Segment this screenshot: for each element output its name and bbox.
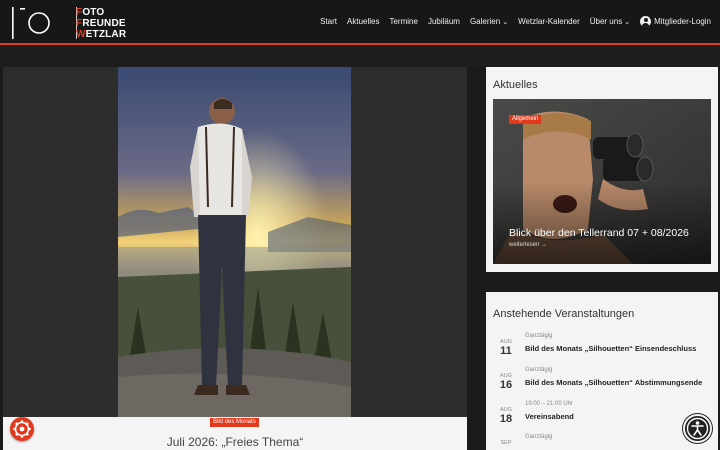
cookie-settings-button[interactable] <box>10 417 34 441</box>
event-month: SEP <box>500 440 512 446</box>
user-icon <box>640 16 652 27</box>
logo-line-3: WETZLAR <box>76 29 126 40</box>
photo-man-looking-at-sunset <box>118 67 351 417</box>
news-post-image[interactable]: Allgemein Blick über den Tellerrand 07 +… <box>493 99 711 264</box>
event-day: 18 <box>499 413 513 425</box>
read-more-link[interactable]: weiterlesen → <box>509 242 547 248</box>
event-title[interactable]: Bild des Monats „Silhouetten“ Abstimmung… <box>525 378 702 387</box>
accessibility-button[interactable] <box>683 414 712 443</box>
logo-line-2: FREUNDE <box>76 18 126 29</box>
featured-photo[interactable] <box>118 67 351 417</box>
event-date: AUG 18 <box>493 398 519 425</box>
chevron-down-icon: ⌄ <box>624 18 631 26</box>
nav-item-termine[interactable]: Termine <box>389 17 417 26</box>
nav-item-ueber-uns[interactable]: Über uns ⌄ <box>590 17 630 26</box>
event-day: 11 <box>500 345 512 357</box>
logo-rest: REUNDE <box>82 18 126 29</box>
featured-post: Bild des Monats Juli 2026: „Freies Thema… <box>3 67 467 450</box>
logo-line-1: FOTO <box>76 7 126 18</box>
event-item[interactable]: AUG 18 19:00 – 21:00 Uhr Vereinsabend <box>493 398 715 428</box>
nav-item-aktuelles[interactable]: Aktuelles <box>347 17 379 26</box>
main-nav: Start Aktuelles Termine Jubiläum Galerie… <box>310 16 711 27</box>
nav-item-jubilaeum[interactable]: Jubiläum <box>428 17 460 26</box>
event-date: AUG 16 <box>493 364 519 391</box>
chevron-down-icon: ⌄ <box>502 18 509 26</box>
nav-item-galerien[interactable]: Galerien ⌄ <box>470 17 508 26</box>
event-item[interactable]: AUG 11 Ganztägig Bild des Monats „Silhou… <box>493 330 715 360</box>
category-badge[interactable]: Bild des Monats <box>210 418 259 427</box>
site-header: FOTO FREUNDE WETZLAR Start Aktuelles Ter… <box>0 0 720 45</box>
nav-item-ueber-uns-label: Über uns <box>589 17 623 26</box>
event-item[interactable]: SEP Ganztägig <box>493 431 715 450</box>
camera-logo-icon <box>12 7 50 39</box>
event-date: SEP <box>493 431 519 446</box>
nav-item-galerien-label: Galerien <box>469 17 501 26</box>
cookie-icon <box>13 420 31 438</box>
logo-rest: ETZLAR <box>85 29 127 40</box>
news-widget-title: Aktuelles <box>493 79 538 91</box>
featured-post-card: Bild des Monats Juli 2026: „Freies Thema… <box>3 417 467 450</box>
news-category-badge[interactable]: Allgemein <box>509 115 542 124</box>
news-widget: Aktuelles Allgemein Blick über den Telle… <box>486 67 718 272</box>
event-date: AUG 11 <box>493 330 519 357</box>
header-spacer <box>0 47 720 67</box>
event-time: Ganztägig <box>525 333 553 339</box>
logo-wordmark: FOTO FREUNDE WETZLAR <box>76 7 126 40</box>
event-day: 16 <box>499 379 513 391</box>
logo-initial: W <box>76 29 86 40</box>
accessibility-icon <box>686 417 709 440</box>
nav-item-login-label: Mitglieder-Login <box>654 17 711 26</box>
nav-item-wetzlar-kalender[interactable]: Wetzlar-Kalender <box>518 17 580 26</box>
nav-item-login[interactable]: Mitglieder-Login <box>640 16 711 27</box>
nav-item-start[interactable]: Start <box>320 17 337 26</box>
logo-rest: OTO <box>82 7 105 18</box>
event-title[interactable]: Bild des Monats „Silhouetten“ Einsendesc… <box>525 344 696 353</box>
site-logo[interactable]: FOTO FREUNDE WETZLAR <box>11 7 131 40</box>
event-item[interactable]: AUG 16 Ganztägig Bild des Monats „Silhou… <box>493 364 715 394</box>
event-title[interactable]: Vereinsabend <box>525 412 574 421</box>
event-time: Ganztägig <box>525 367 553 373</box>
featured-post-title[interactable]: Juli 2026: „Freies Thema“ <box>3 435 467 449</box>
events-widget-title: Anstehende Veranstaltungen <box>493 308 635 320</box>
event-time: Ganztägig <box>525 434 553 440</box>
news-headline[interactable]: Blick über den Tellerrand 07 + 08/2026 <box>509 227 689 239</box>
event-time: 19:00 – 21:00 Uhr <box>525 401 574 407</box>
